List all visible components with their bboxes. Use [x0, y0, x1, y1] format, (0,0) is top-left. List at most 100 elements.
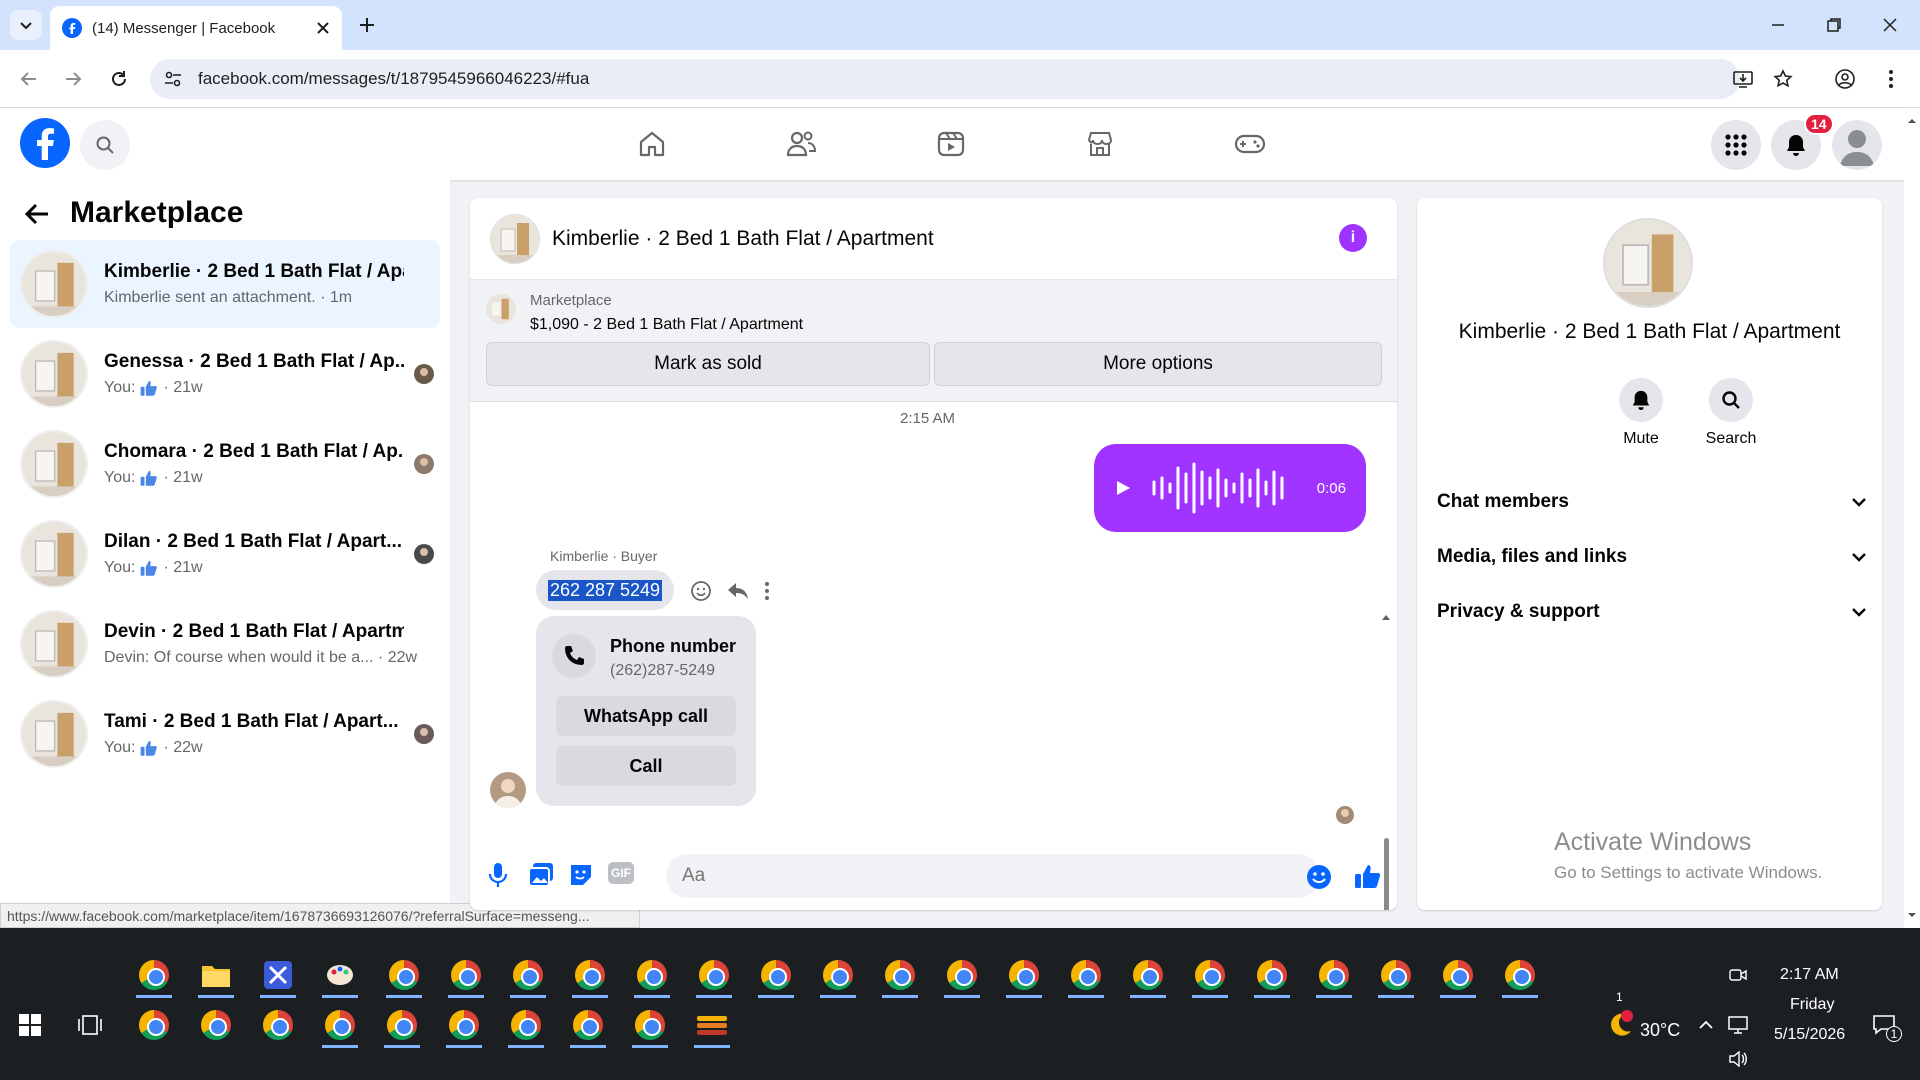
chrome-taskbar-button[interactable]: [316, 1002, 364, 1048]
chrome-taskbar-button[interactable]: [626, 1002, 674, 1048]
browser-tab[interactable]: (14) Messenger | Facebook: [50, 6, 342, 50]
account-avatar[interactable]: [1832, 120, 1882, 170]
meet-now-button[interactable]: [1724, 952, 1752, 998]
listing-thumb[interactable]: [486, 294, 516, 324]
chrome-taskbar-button[interactable]: [752, 952, 800, 998]
nav-video[interactable]: [926, 124, 976, 164]
forward-button[interactable]: [58, 64, 88, 94]
chrome-taskbar-button[interactable]: [378, 1002, 426, 1048]
chrome-taskbar-button[interactable]: [502, 1002, 550, 1048]
phone-message-bubble[interactable]: 262 287 5249: [536, 570, 674, 610]
chrome-taskbar-button[interactable]: [316, 952, 364, 998]
address-bar[interactable]: facebook.com/messages/t/1879545966046223…: [150, 59, 1740, 99]
back-arrow-button[interactable]: [24, 202, 50, 226]
chrome-taskbar-button[interactable]: [1310, 952, 1358, 998]
details-avatar[interactable]: [1603, 218, 1693, 308]
call-button[interactable]: Call: [556, 746, 736, 786]
back-button[interactable]: [14, 64, 44, 94]
buyer-avatar[interactable]: [490, 772, 526, 808]
chrome-taskbar-button[interactable]: [504, 952, 552, 998]
chrome-taskbar-button[interactable]: [564, 1002, 612, 1048]
conversation-item[interactable]: Dilan · 2 Bed 1 Bath Flat / Apart... You:…: [10, 510, 440, 598]
reply-icon[interactable]: [726, 580, 750, 602]
chrome-taskbar-button[interactable]: [566, 952, 614, 998]
conversation-info-button[interactable]: i: [1339, 224, 1367, 252]
weather-widget-icon[interactable]: [1596, 1002, 1644, 1048]
play-icon[interactable]: [1114, 479, 1132, 497]
chat-avatar[interactable]: [490, 213, 540, 264]
chat-members-section[interactable]: Chat members: [1437, 482, 1867, 522]
chrome-taskbar-button[interactable]: [440, 1002, 488, 1048]
start-button[interactable]: [6, 1002, 54, 1048]
nav-home[interactable]: [627, 124, 677, 164]
chrome-taskbar-button[interactable]: [1248, 952, 1296, 998]
conversation-item[interactable]: Chomara · 2 Bed 1 Bath Flat / Ap... You: ·…: [10, 420, 440, 508]
restore-button[interactable]: [1816, 10, 1852, 40]
chrome-taskbar-button[interactable]: [690, 952, 738, 998]
chrome-taskbar-button[interactable]: [130, 952, 178, 998]
gif-button[interactable]: GIF: [608, 862, 634, 884]
chrome-taskbar-button[interactable]: [1496, 952, 1544, 998]
react-emoji-icon[interactable]: [690, 580, 712, 602]
clock-date[interactable]: 5/15/2026: [1774, 1026, 1845, 1044]
reload-button[interactable]: [104, 64, 134, 94]
whatsapp-call-button[interactable]: WhatsApp call: [556, 696, 736, 736]
volume-button[interactable]: [1724, 1036, 1752, 1080]
clock-day[interactable]: Friday: [1790, 996, 1834, 1014]
chrome-taskbar-button[interactable]: [130, 1002, 178, 1048]
chrome-taskbar-button[interactable]: [938, 952, 986, 998]
chrome-taskbar-button[interactable]: [1124, 952, 1172, 998]
show-hidden-icons-button[interactable]: [1692, 1002, 1720, 1048]
bookmark-button[interactable]: [1768, 64, 1798, 94]
url-text[interactable]: facebook.com/messages/t/1879545966046223…: [198, 69, 589, 89]
nav-gaming[interactable]: [1225, 124, 1275, 164]
nav-marketplace[interactable]: [1075, 124, 1125, 164]
chrome-taskbar-button[interactable]: [628, 952, 676, 998]
conversation-item[interactable]: Genessa · 2 Bed 1 Bath Flat / Ap... You: ·…: [10, 330, 440, 418]
thumbs-up-icon[interactable]: [1354, 862, 1382, 890]
chrome-taskbar-button[interactable]: [1000, 952, 1048, 998]
message-input[interactable]: [666, 854, 1320, 898]
app-taskbar-button[interactable]: [254, 952, 302, 998]
media-files-links-section[interactable]: Media, files and links: [1437, 537, 1867, 577]
chrome-taskbar-button[interactable]: [192, 1002, 240, 1048]
close-tab-icon[interactable]: [316, 21, 330, 35]
search-in-conversation-button[interactable]: Search: [1691, 378, 1771, 448]
chrome-taskbar-button[interactable]: [876, 952, 924, 998]
page-scrollbar[interactable]: [1904, 108, 1920, 928]
emoji-icon[interactable]: [1306, 864, 1332, 890]
microphone-icon[interactable]: [488, 862, 508, 888]
listing-price-title[interactable]: $1,090 - 2 Bed 1 Bath Flat / Apartment: [530, 316, 803, 334]
browser-menu-button[interactable]: [1876, 64, 1906, 94]
action-center-button[interactable]: [1860, 1002, 1908, 1048]
weather-temperature[interactable]: 30°C: [1640, 1020, 1680, 1041]
sticker-icon[interactable]: [568, 862, 594, 888]
chrome-taskbar-button[interactable]: [1372, 952, 1420, 998]
file-explorer-taskbar-button[interactable]: [192, 952, 240, 998]
chrome-taskbar-button[interactable]: [254, 1002, 302, 1048]
menu-button[interactable]: [1711, 120, 1761, 170]
facebook-logo[interactable]: [20, 118, 70, 168]
nav-friends[interactable]: [776, 124, 826, 164]
profile-button[interactable]: [1830, 64, 1860, 94]
more-dots-icon[interactable]: [764, 580, 770, 602]
chrome-taskbar-button[interactable]: [814, 952, 862, 998]
install-app-button[interactable]: [1728, 64, 1758, 94]
chrome-taskbar-button[interactable]: [380, 952, 428, 998]
chrome-taskbar-button[interactable]: [1434, 952, 1482, 998]
conversation-item[interactable]: Devin · 2 Bed 1 Bath Flat / Apartm... Dev…: [10, 600, 440, 688]
voice-message[interactable]: 0:06: [1094, 444, 1366, 532]
more-options-button[interactable]: More options: [934, 342, 1382, 386]
mute-button[interactable]: Mute: [1601, 378, 1681, 448]
phone-message-text[interactable]: 262 287 5249: [547, 579, 663, 601]
chrome-taskbar-button[interactable]: [442, 952, 490, 998]
photo-icon[interactable]: [528, 862, 554, 888]
chrome-taskbar-button[interactable]: [688, 1002, 736, 1048]
facebook-search-button[interactable]: [80, 120, 130, 170]
close-window-button[interactable]: [1872, 10, 1908, 40]
conversation-item[interactable]: Kimberlie · 2 Bed 1 Bath Flat / Apa... Ki…: [10, 240, 440, 328]
chrome-taskbar-button[interactable]: [1186, 952, 1234, 998]
clock-time[interactable]: 2:17 AM: [1780, 966, 1839, 984]
mark-as-sold-button[interactable]: Mark as sold: [486, 342, 930, 386]
privacy-support-section[interactable]: Privacy & support: [1437, 592, 1867, 632]
